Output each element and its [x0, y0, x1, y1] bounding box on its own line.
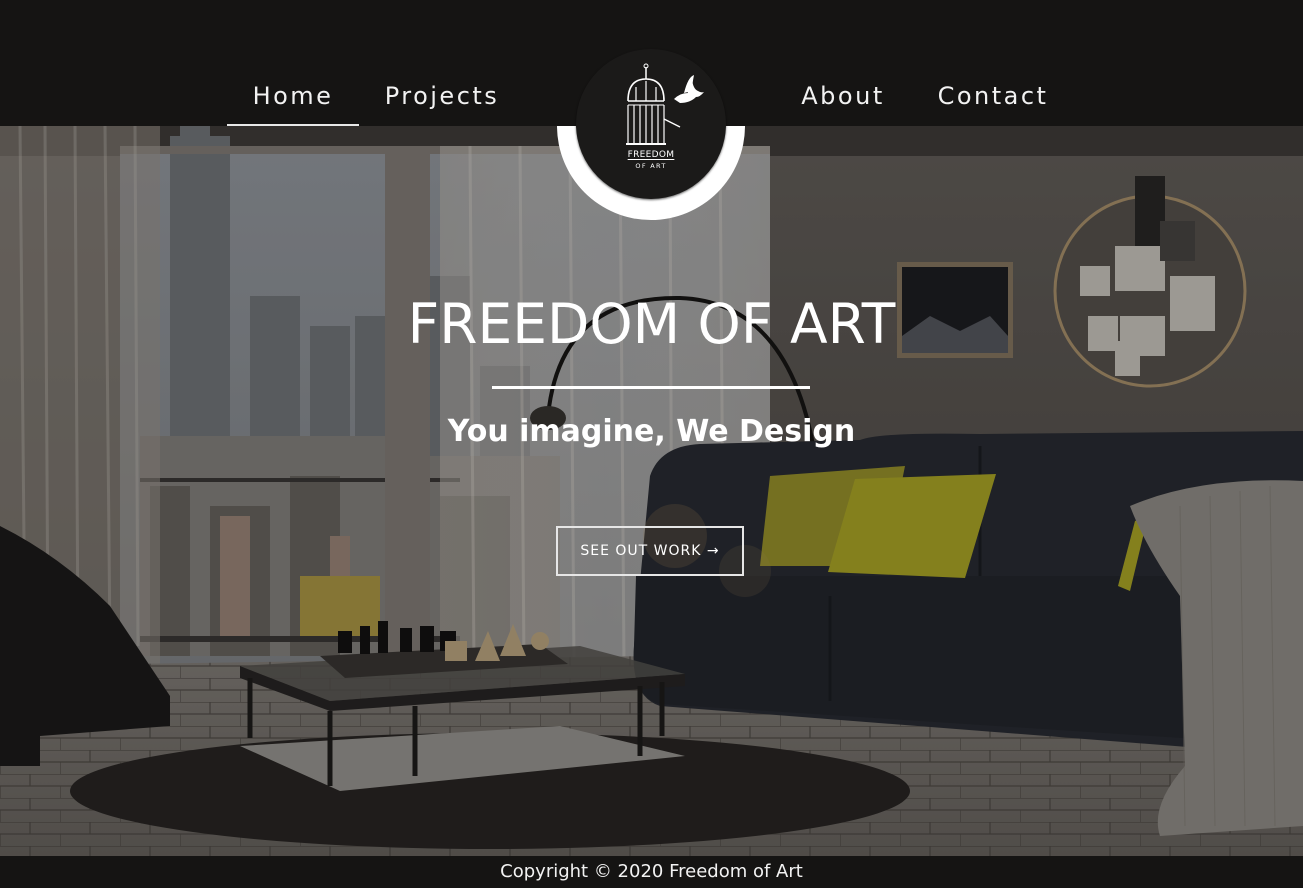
nav-link-projects[interactable]: Projects [376, 78, 508, 126]
hero-dark-overlay [0, 126, 1303, 856]
see-our-work-button[interactable]: SEE OUT WORK → [556, 526, 744, 576]
hero-subtitle: You imagine, We Design [447, 414, 856, 449]
nav-link-about[interactable]: About [790, 78, 896, 126]
nav-link-contact[interactable]: Contact [930, 78, 1056, 126]
hero-title: FREEDOM OF ART [407, 292, 896, 356]
site-logo[interactable]: FREEDOM OF ART [576, 49, 726, 199]
hero-section: FREEDOM OF ART You imagine, We Design SE… [0, 126, 1303, 856]
site-footer: Copyright © 2020 Freedom of Art [0, 856, 1303, 888]
birdcage-with-bird-icon [626, 63, 704, 145]
nav-link-home[interactable]: Home [227, 78, 359, 126]
copyright-text: Copyright © 2020 Freedom of Art [500, 861, 803, 882]
hero-divider [492, 386, 810, 389]
logo-text-of-art: OF ART [635, 162, 667, 170]
logo-text-freedom: FREEDOM [627, 150, 675, 160]
